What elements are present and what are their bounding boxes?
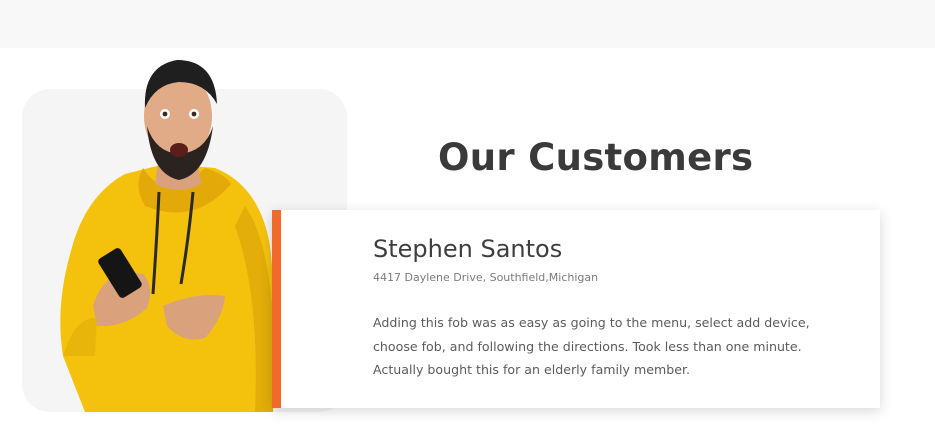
testimonial-line: choose fob, and following the directions… xyxy=(373,338,802,354)
top-band xyxy=(0,0,935,48)
section-title: Our Customers xyxy=(438,136,754,179)
customer-photo-icon xyxy=(60,60,278,412)
customer-address: 4417 Daylene Drive, Southfield,Michigan xyxy=(373,271,599,284)
testimonial-line: Adding this fob was as easy as going to … xyxy=(373,315,810,330)
testimonial-text: Adding this fob was as easy as going to … xyxy=(373,311,813,382)
testimonial-line: Actually bought this for an elderly fami… xyxy=(373,362,691,377)
testimonial-card: Stephen Santos 4417 Daylene Drive, South… xyxy=(272,210,880,408)
card-accent-bar xyxy=(272,210,281,408)
customer-name: Stephen Santos xyxy=(373,235,563,263)
